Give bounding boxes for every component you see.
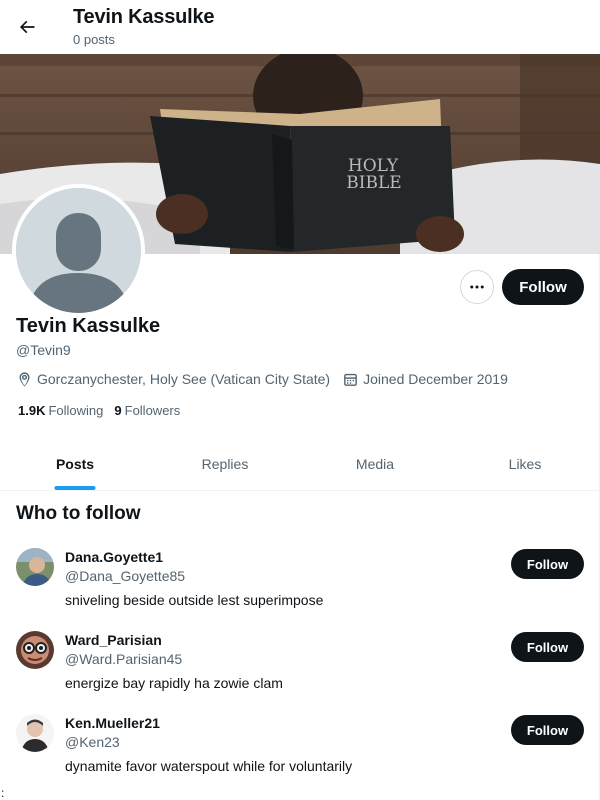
suggestion-name[interactable]: Ward_Parisian bbox=[65, 632, 162, 648]
suggestion-handle: @Ward.Parisian45 bbox=[65, 651, 183, 667]
suggestion-follow-button[interactable]: Follow bbox=[511, 715, 584, 745]
suggestion-bio: dynamite favor waterspout while for volu… bbox=[65, 758, 353, 774]
suggestion-item[interactable]: Ken.Mueller21 @Ken23 dynamite favor wate… bbox=[0, 714, 600, 794]
more-icon bbox=[470, 285, 484, 289]
stray-text: : bbox=[1, 786, 5, 800]
suggestion-name[interactable]: Ken.Mueller21 bbox=[65, 715, 160, 731]
location-icon bbox=[19, 371, 30, 387]
tab-media-label: Media bbox=[355, 456, 395, 472]
tab-replies-label: Replies bbox=[201, 456, 249, 472]
tab-posts-label: Posts bbox=[55, 456, 95, 472]
suggestion-item[interactable]: Ward_Parisian @Ward.Parisian45 energize … bbox=[0, 631, 600, 711]
who-to-follow-title: Who to follow bbox=[16, 503, 141, 524]
suggestion-handle: @Dana_Goyette85 bbox=[65, 568, 186, 584]
suggestion-avatar[interactable] bbox=[16, 548, 54, 586]
followers-label: Followers bbox=[124, 403, 181, 418]
profile-name: Tevin Kassulke bbox=[16, 315, 161, 337]
tab-media[interactable]: Media bbox=[300, 438, 450, 490]
suggestion-avatar[interactable] bbox=[16, 714, 54, 752]
following-link[interactable]: 1.9K Following bbox=[18, 403, 103, 418]
active-tab-indicator bbox=[54, 486, 96, 490]
suggestion-item[interactable]: Dana.Goyette1 @Dana_Goyette85 sniveling … bbox=[0, 548, 600, 628]
book-title-line2: BIBLE bbox=[346, 173, 401, 193]
suggestion-handle: @Ken23 bbox=[65, 734, 120, 750]
suggestion-follow-button[interactable]: Follow bbox=[511, 549, 584, 579]
profile-meta: Gorczanychester, Holy See (Vatican City … bbox=[16, 369, 520, 389]
following-label: Following bbox=[48, 403, 104, 418]
default-avatar-icon bbox=[16, 188, 141, 313]
user-photo-icon bbox=[16, 548, 54, 586]
arrow-left-icon bbox=[19, 20, 35, 34]
tab-likes[interactable]: Likes bbox=[450, 438, 600, 490]
suggestion-name[interactable]: Dana.Goyette1 bbox=[65, 549, 163, 565]
tab-replies[interactable]: Replies bbox=[150, 438, 300, 490]
back-button[interactable] bbox=[8, 8, 46, 46]
header-post-count: 0 posts bbox=[73, 32, 115, 47]
profile-handle: @Tevin9 bbox=[16, 342, 71, 358]
following-count: 1.9K bbox=[18, 403, 46, 418]
followers-count: 9 bbox=[114, 403, 122, 418]
profile-page: Tevin Kassulke 0 posts HOLY BIBLE Follow… bbox=[0, 0, 600, 800]
joined-item: Joined December 2019 bbox=[342, 371, 508, 388]
calendar-icon bbox=[344, 373, 357, 386]
tab-likes-label: Likes bbox=[508, 456, 542, 472]
header-title: Tevin Kassulke bbox=[73, 6, 215, 28]
more-button[interactable] bbox=[460, 270, 494, 304]
followers-link[interactable]: 9 Followers bbox=[114, 403, 180, 418]
follow-button[interactable]: Follow bbox=[502, 269, 584, 305]
location-text: Gorczanychester, Holy See (Vatican City … bbox=[37, 371, 331, 387]
tab-posts[interactable]: Posts bbox=[0, 438, 150, 490]
suggestion-follow-button[interactable]: Follow bbox=[511, 632, 584, 662]
profile-avatar[interactable] bbox=[12, 184, 145, 317]
profile-stats: 1.9K Following 9 Followers bbox=[18, 403, 191, 418]
location-item: Gorczanychester, Holy See (Vatican City … bbox=[16, 371, 330, 388]
user-photo-icon bbox=[16, 631, 54, 669]
suggestion-bio: sniveling beside outside lest superimpos… bbox=[65, 592, 324, 608]
suggestion-bio: energize bay rapidly ha zowie clam bbox=[65, 675, 283, 691]
suggestion-avatar[interactable] bbox=[16, 631, 54, 669]
joined-text: Joined December 2019 bbox=[363, 371, 508, 387]
top-bar: Tevin Kassulke 0 posts bbox=[0, 0, 600, 54]
user-photo-icon bbox=[16, 714, 54, 752]
profile-tabs: Posts Replies Media Likes bbox=[0, 438, 600, 491]
